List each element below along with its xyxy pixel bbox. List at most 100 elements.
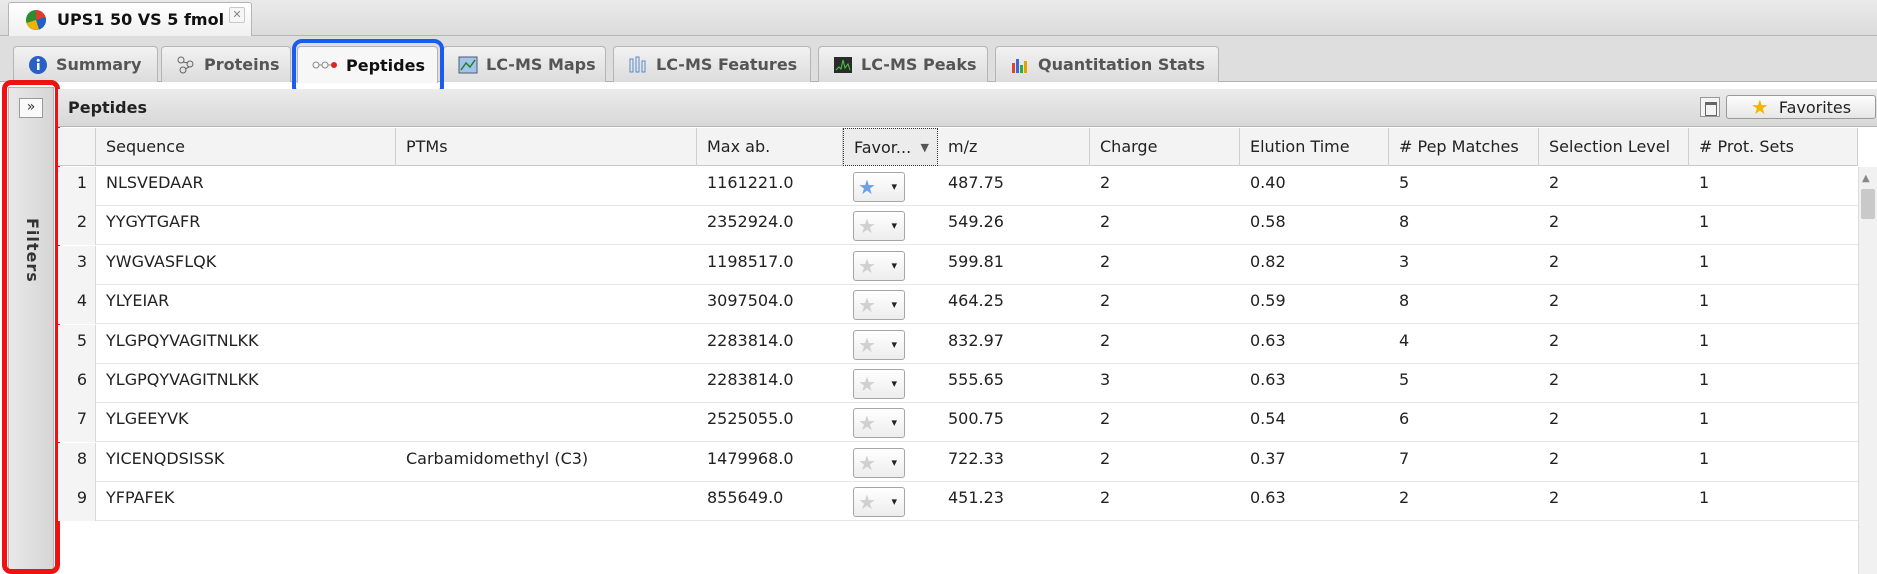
cell-favorite: ★ ▾ <box>843 206 938 245</box>
tab-label: Proteins <box>204 55 280 74</box>
tab-lcms-peaks[interactable]: LC-MS Peaks <box>818 46 988 82</box>
cell-favorite: ★ ▾ <box>843 285 938 324</box>
favorite-selector[interactable]: ★ ▾ <box>853 172 905 202</box>
tab-peptides[interactable]: Peptides <box>297 46 438 83</box>
row-number: 8 <box>58 442 96 482</box>
cell-ptms <box>396 246 697 285</box>
document-title: UPS1 50 VS 5 fmol <box>57 10 225 29</box>
cell-pep-matches: 4 <box>1399 330 1410 350</box>
cell-ptms <box>396 285 697 324</box>
document-tab[interactable]: UPS1 50 VS 5 fmol ✕ <box>8 2 252 36</box>
table-row[interactable]: 4 YLYEIAR 3097504.0 ★ ▾ 464.25 2 0.59 8 2 1 <box>58 285 1858 325</box>
favorite-selector[interactable]: ★ ▾ <box>853 369 905 399</box>
favorite-selector[interactable]: ★ ▾ <box>853 447 905 478</box>
favorite-selector[interactable]: ★ ▾ <box>853 250 905 281</box>
cell-sequence: YYGYTGAFR <box>106 212 201 232</box>
table-row[interactable]: 3 YWGVASFLQK 1198517.0 ★ ▾ 599.81 2 0.82 3 2 1 <box>58 245 1858 285</box>
scroll-up-icon[interactable]: ▲ <box>1862 173 1870 184</box>
table-row[interactable]: 5 YLGPQYVAGITNLKK 2283814.0 ★ ▾ 832.97 2 0.63 4 2… <box>58 324 1858 364</box>
tab-proteins[interactable]: Proteins <box>161 46 291 82</box>
cell-sequence: YLGEEYVK <box>106 409 189 429</box>
cell-pep-matches: 3 <box>1399 251 1410 271</box>
favorite-selector[interactable]: ★ ▾ <box>853 408 905 439</box>
table-row[interactable]: 2 YYGYTGAFR 2352924.0 ★ ▾ 549.26 2 0.58 8 2 1 <box>58 206 1858 246</box>
column-header-max-ab[interactable]: Max ab. <box>697 128 843 166</box>
cell-ptms: Carbamidomethyl (C3) <box>406 448 589 468</box>
table-row[interactable]: 6 YLGPQYVAGITNLKK 2283814.0 ★ ▾ 555.65 3 0.63 5 2… <box>58 364 1858 403</box>
cell-charge: 2 <box>1100 409 1111 429</box>
column-header-prot-sets[interactable]: # Prot. Sets <box>1689 128 1858 166</box>
favorites-button[interactable]: ★ Favorites <box>1726 95 1876 119</box>
row-number: 2 <box>58 206 96 246</box>
tab-quantitation-stats[interactable]: Quantitation Stats <box>995 46 1219 82</box>
column-header-elution-time[interactable]: Elution Time <box>1240 128 1389 166</box>
cell-pep-matches: 7 <box>1399 448 1410 468</box>
tab-label: LC-MS Peaks <box>861 55 977 74</box>
tab-lcms-features[interactable]: LC-MS Features <box>613 46 811 82</box>
cell-elution-time: 0.37 <box>1250 448 1286 468</box>
column-header-charge[interactable]: Charge <box>1090 128 1240 166</box>
cell-sequence: YICENQDSISSK <box>106 448 225 468</box>
cell-max-ab: 2283814.0 <box>707 330 794 350</box>
cell-ptms <box>396 403 697 442</box>
table-row[interactable]: 8 YICENQDSISSK Carbamidomethyl (C3) 1479968… <box>58 442 1858 482</box>
pie-chart-icon <box>26 9 46 30</box>
row-number: 6 <box>58 364 96 403</box>
cell-max-ab: 1161221.0 <box>707 173 794 192</box>
table-row[interactable]: 1 NLSVEDAAR 1161221.0 ★ ▾ 487.75 2 0.40 5 2 1 <box>58 167 1858 206</box>
star-icon: ★ <box>858 411 876 436</box>
features-icon <box>629 56 646 72</box>
tab-label: Quantitation Stats <box>1038 55 1205 74</box>
panel-title: Peptides <box>68 98 147 117</box>
expand-filters-button[interactable]: » <box>19 98 43 118</box>
favorite-selector[interactable]: ★ ▾ <box>853 329 905 360</box>
favorite-selector[interactable]: ★ ▾ <box>853 487 905 518</box>
cell-mz: 555.65 <box>948 370 1004 389</box>
cell-selection-level: 2 <box>1549 409 1560 429</box>
scrollbar-thumb[interactable] <box>1861 189 1875 219</box>
cell-selection-level: 2 <box>1549 173 1560 192</box>
row-number: 7 <box>58 403 96 443</box>
cell-pep-matches: 6 <box>1399 409 1410 429</box>
table-row[interactable]: 7 YLGEEYVK 2525055.0 ★ ▾ 500.75 2 0.54 6 2 1 <box>58 403 1858 443</box>
filters-panel[interactable]: » Filters <box>8 87 54 570</box>
column-header-pep-matches[interactable]: # Pep Matches <box>1389 128 1539 166</box>
vertical-scrollbar[interactable]: ▲ <box>1858 167 1877 574</box>
column-header-selection-level[interactable]: Selection Level <box>1539 128 1689 166</box>
chevron-down-icon: ▾ <box>891 180 897 193</box>
tab-lcms-maps[interactable]: LC-MS Maps <box>443 46 606 82</box>
cell-ptms <box>396 206 697 245</box>
cell-prot-sets: 1 <box>1699 291 1710 311</box>
tab-summary[interactable]: Summary <box>13 46 158 82</box>
table-row[interactable]: 9 YFPAFEK 855649.0 ★ ▾ 451.23 2 0.63 2 2 1 <box>58 482 1858 522</box>
cell-max-ab: 2283814.0 <box>707 370 794 389</box>
column-header-ptms[interactable]: PTMs <box>396 128 697 166</box>
cell-mz: 599.81 <box>948 251 1004 271</box>
chevron-down-icon: ▾ <box>891 495 897 509</box>
column-header-mz[interactable]: m/z <box>938 128 1090 166</box>
cell-selection-level: 2 <box>1549 488 1560 508</box>
cell-pep-matches: 8 <box>1399 291 1410 311</box>
cell-favorite: ★ ▾ <box>843 246 938 285</box>
column-header-favorites[interactable]: Favor... ▼ <box>843 128 938 166</box>
favorite-selector[interactable]: ★ ▾ <box>853 290 905 321</box>
favorite-selector[interactable]: ★ ▾ <box>853 211 905 242</box>
column-header-favorites-label: Favor... <box>854 138 912 157</box>
cell-sequence: YLGPQYVAGITNLKK <box>106 370 259 389</box>
star-icon: ★ <box>858 490 876 515</box>
cell-elution-time: 0.40 <box>1250 173 1286 192</box>
stats-icon <box>1012 58 1027 73</box>
cell-pep-matches: 2 <box>1399 488 1410 508</box>
cell-selection-level: 2 <box>1549 330 1560 350</box>
cell-sequence: YFPAFEK <box>106 488 175 508</box>
chevron-down-icon[interactable]: ▼ <box>921 129 929 165</box>
cell-elution-time: 0.59 <box>1250 291 1286 311</box>
cell-mz: 549.26 <box>948 212 1004 232</box>
cell-mz: 464.25 <box>948 291 1004 311</box>
close-icon[interactable]: ✕ <box>229 7 245 23</box>
tab-label: Summary <box>56 55 142 74</box>
cell-favorite: ★ ▾ <box>843 325 938 364</box>
star-icon: ★ <box>1750 95 1769 119</box>
collapse-button[interactable] <box>1700 97 1720 117</box>
column-header-sequence[interactable]: Sequence <box>96 128 396 166</box>
